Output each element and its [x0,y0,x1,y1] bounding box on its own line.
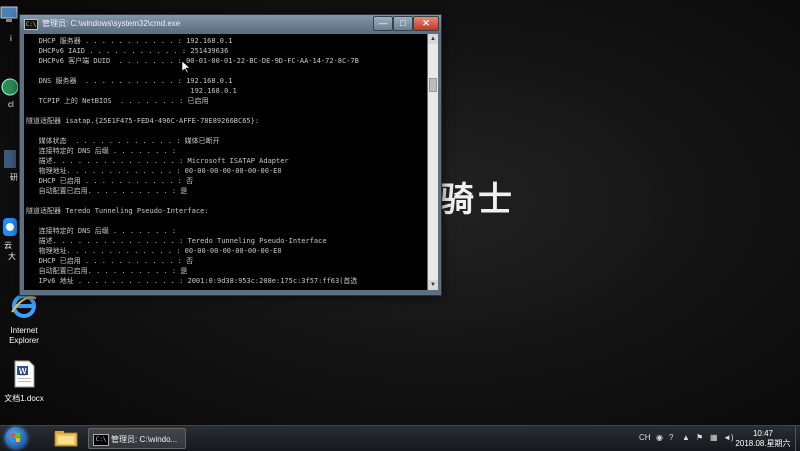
console-line: 192.168.0.1 [26,87,237,95]
computer-icon [0,6,18,22]
show-desktop-button[interactable] [795,426,800,451]
console-line: 连接特定的 DNS 后缀 . . . . . . . : [26,147,177,155]
windows-logo-icon [11,433,21,443]
console-line: 描述. . . . . . . . . . . . . . . : Teredo… [26,237,327,245]
tray-expand-icon[interactable]: ▲ [682,433,690,442]
minimize-button[interactable]: — [373,16,393,31]
network-icon[interactable]: ▦ [710,433,718,442]
svg-text:W: W [19,367,27,376]
console-line: 物理地址. . . . . . . . . . . . . : 00-00-00… [26,247,282,255]
cloud-app-icon [3,218,17,236]
console-line: DHCP 服务器 . . . . . . . . . . . : 192.168… [26,37,233,45]
start-button[interactable] [5,427,27,449]
console-line: 描述. . . . . . . . . . . . . . . : Micros… [26,157,289,165]
internet-explorer-icon [11,294,37,318]
scroll-thumb[interactable] [429,78,437,92]
console-line: 隧道适配器 isatap.{25E1F475-FED4-496C-AFFE-78… [26,117,260,125]
action-center-flag-icon[interactable]: ⚑ [696,433,703,442]
window-titlebar[interactable]: C:\ 管理员: C:\windows\system32\cmd.exe — □… [20,15,441,33]
console-line: 媒体状态 . . . . . . . . . . . . : 媒体已断开 [26,137,220,145]
clock-date: 2018.08.星期六 [735,439,791,448]
vertical-scrollbar[interactable]: ▲ ▼ [428,34,438,290]
mouse-cursor-icon [182,61,191,74]
taskbar: C:\ 管理员: C:\windo... CH ◉ ? ▲ ⚑ ▦ ◄) 10:… [0,425,800,451]
app-icon [4,150,16,168]
icon-label: 文档1.docx [4,394,44,403]
internet-explorer-desktop-icon[interactable]: Internet Explorer [0,292,48,346]
scroll-down-arrow-icon[interactable]: ▼ [428,280,438,290]
cmd-icon: C:\ [93,434,109,446]
wallpaper-logo-text: 骑士 [440,180,516,220]
console-line: 自动配置已启用. . . . . . . . . . : 是 [26,267,188,275]
console-line: DNS 服务器 . . . . . . . . . . . : 192.168.… [26,77,233,85]
maximize-button[interactable]: □ [393,16,413,31]
console-line: 物理地址. . . . . . . . . . . . . : 00-00-00… [26,167,282,175]
close-button[interactable]: ✕ [413,16,439,31]
input-method-icon[interactable]: ◉ [656,433,663,442]
word-document-desktop-icon[interactable]: W 文档1.docx [0,360,48,404]
word-document-icon: W [14,360,35,388]
system-clock[interactable]: 10:47 2018.08.星期六 [730,429,796,449]
language-indicator[interactable]: CH [639,433,651,442]
clock-time: 10:47 [752,429,774,438]
console-line: TCPIP 上的 NetBIOS . . . . . . . : 已启用 [26,97,209,105]
globe-icon [1,78,19,96]
console-line: IPv6 地址 . . . . . . . . . . . . : 2001:0… [26,277,358,285]
console-line: 自动配置已启用. . . . . . . . . . : 是 [26,187,188,195]
console-line: 连接特定的 DNS 后缀 . . . . . . . : [26,227,177,235]
console-line: DHCP 已启用 . . . . . . . . . . . : 否 [26,257,194,265]
cmd-taskbar-button[interactable]: C:\ 管理员: C:\windo... [88,428,186,449]
taskbar-button-label: 管理员: C:\windo... [111,435,178,444]
help-icon[interactable]: ? [669,433,673,442]
file-explorer-taskbar-icon[interactable] [52,428,80,449]
cmd-window[interactable]: C:\ 管理员: C:\windows\system32\cmd.exe — □… [19,14,442,296]
scroll-up-arrow-icon[interactable]: ▲ [428,34,438,44]
icon-label: Internet [10,326,38,335]
console-line: DHCP 已启用 . . . . . . . . . . . : 否 [26,177,194,185]
console-line: DHCPv6 IAID . . . . . . . . . . . : 2514… [26,47,229,55]
console-line: DHCPv6 客户端 DUID . . . . . . . : 00-01-00… [26,57,359,65]
window-title: 管理员: C:\windows\system32\cmd.exe [42,19,181,28]
cmd-icon: C:\ [24,19,38,30]
icon-label: Explorer [9,336,39,345]
console-output[interactable]: DHCP 服务器 . . . . . . . . . . . : 192.168… [24,34,427,290]
console-line: 隧道适配器 Teredo Tunneling Pseudo-Interface: [26,207,209,215]
